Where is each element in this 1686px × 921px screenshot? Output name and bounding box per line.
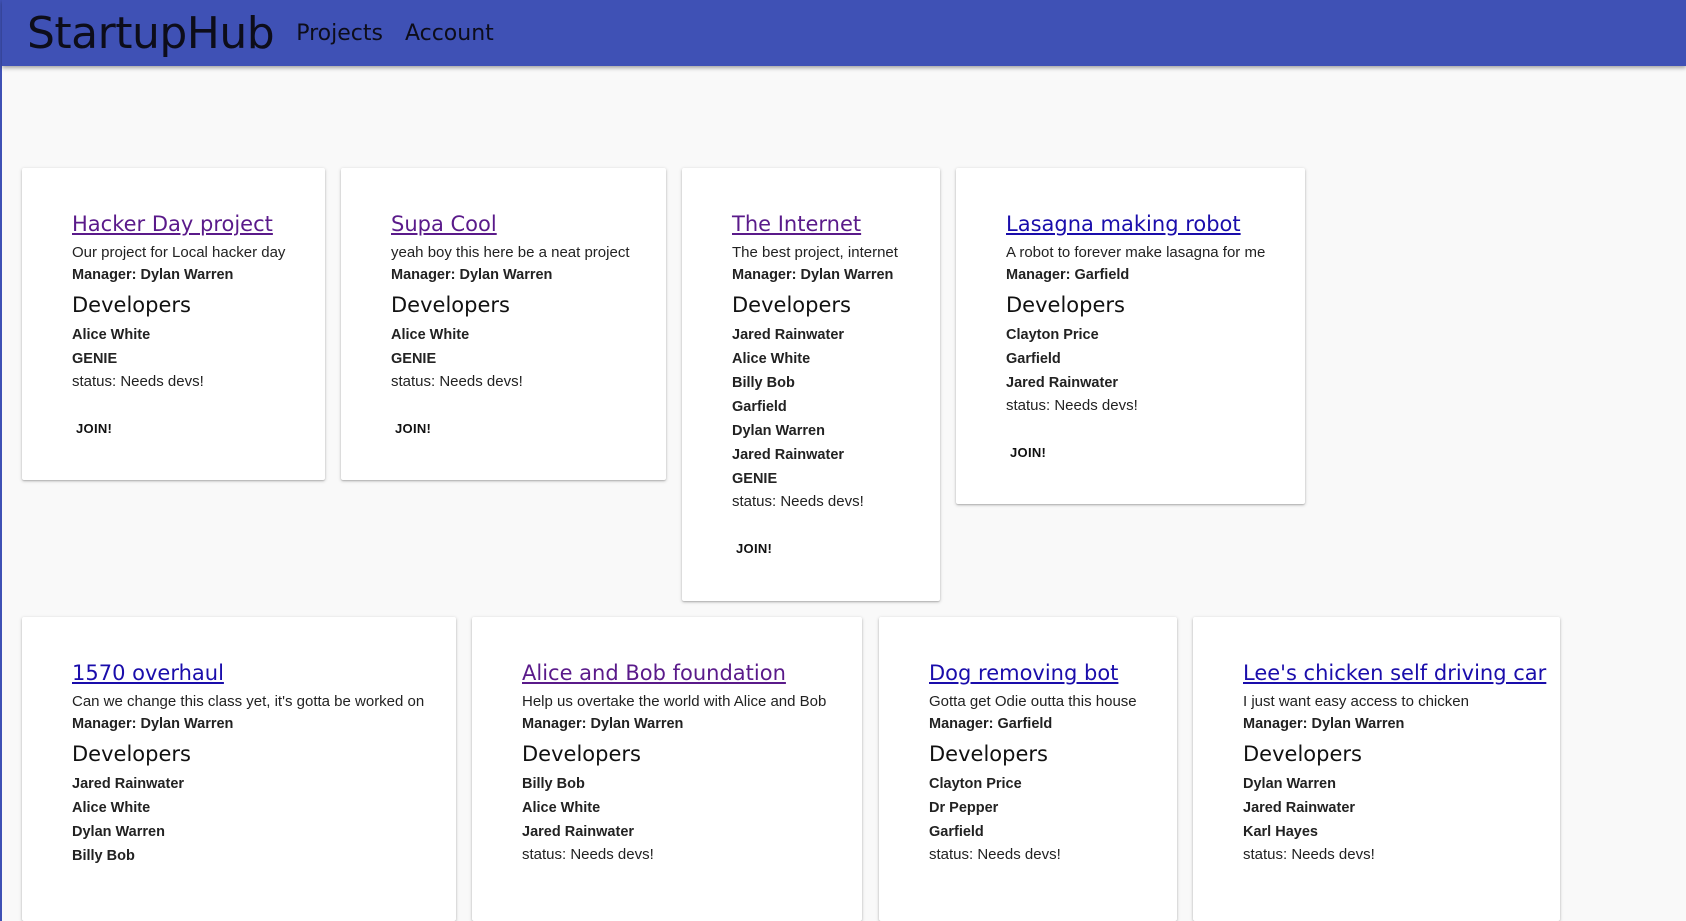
project-title-link[interactable]: 1570 overhaul xyxy=(72,661,224,685)
developer-item: Billy Bob xyxy=(732,375,795,391)
join-button[interactable]: JOIN! xyxy=(387,413,439,444)
developer-item: Jared Rainwater xyxy=(732,447,845,463)
join-button[interactable]: JOIN! xyxy=(728,533,780,564)
project-description: I just want easy access to chicken xyxy=(1243,693,1469,710)
developer-item: Jared Rainwater xyxy=(1243,800,1356,816)
developer-item: Alice White xyxy=(391,327,470,343)
developer-item: Karl Hayes xyxy=(1243,824,1318,840)
developer-item: Garfield xyxy=(929,824,984,840)
project-card: Supa Cool yeah boy this here be a neat p… xyxy=(341,168,666,480)
project-card: The Internet The best project, internet … xyxy=(682,168,940,601)
developer-item: GENIE xyxy=(72,351,118,367)
developer-item: Dylan Warren xyxy=(72,824,165,840)
developer-item: Garfield xyxy=(1006,351,1061,367)
developer-item: Billy Bob xyxy=(72,848,135,864)
project-manager: Manager: Dylan Warren xyxy=(1243,716,1405,732)
project-card: 1570 overhaul Can we change this class y… xyxy=(22,617,456,921)
project-description: yeah boy this here be a neat project xyxy=(391,244,630,261)
project-title-link[interactable]: Dog removing bot xyxy=(929,661,1118,685)
app-bar: StartupHub Projects Account xyxy=(2,0,1686,66)
developers-heading: Developers xyxy=(1006,293,1125,317)
project-description: The best project, internet xyxy=(732,244,898,261)
developer-item: Billy Bob xyxy=(522,776,585,792)
developer-item: Alice White xyxy=(522,800,601,816)
project-card: Hacker Day project Our project for Local… xyxy=(22,168,325,480)
project-card: Lasagna making robot A robot to forever … xyxy=(956,168,1305,504)
developers-heading: Developers xyxy=(391,293,510,317)
developer-item: Garfield xyxy=(732,399,787,415)
project-status: status: Needs devs! xyxy=(72,373,204,390)
project-description: Gotta get Odie outta this house xyxy=(929,693,1137,710)
project-status: status: Needs devs! xyxy=(929,846,1061,863)
project-manager: Manager: Dylan Warren xyxy=(391,267,553,283)
project-description: Can we change this class yet, it's gotta… xyxy=(72,693,425,710)
developer-item: Dylan Warren xyxy=(732,423,825,439)
project-manager: Manager: Dylan Warren xyxy=(72,267,234,283)
join-button[interactable]: JOIN! xyxy=(1002,437,1054,468)
project-title-link[interactable]: Hacker Day project xyxy=(72,212,273,236)
window-edge xyxy=(0,0,2,921)
developer-item: Dylan Warren xyxy=(1243,776,1336,792)
project-manager: Manager: Dylan Warren xyxy=(732,267,894,283)
project-manager: Manager: Dylan Warren xyxy=(72,716,234,732)
project-title-link[interactable]: Lasagna making robot xyxy=(1006,212,1241,236)
join-button[interactable]: JOIN! xyxy=(68,413,120,444)
developers-heading: Developers xyxy=(1243,742,1362,766)
project-status: status: Needs devs! xyxy=(732,493,864,510)
project-status: status: Needs devs! xyxy=(1243,846,1375,863)
project-manager: Manager: Dylan Warren xyxy=(522,716,684,732)
project-title-link[interactable]: Supa Cool xyxy=(391,212,497,236)
developer-item: GENIE xyxy=(732,471,778,487)
developers-heading: Developers xyxy=(732,293,851,317)
developer-item: Jared Rainwater xyxy=(732,327,845,343)
project-card: Dog removing bot Gotta get Odie outta th… xyxy=(879,617,1177,921)
project-description: Our project for Local hacker day xyxy=(72,244,286,261)
developers-heading: Developers xyxy=(929,742,1048,766)
developer-item: GENIE xyxy=(391,351,437,367)
project-status: status: Needs devs! xyxy=(522,846,654,863)
project-card: Lee's chicken self driving car I just wa… xyxy=(1193,617,1560,921)
project-manager: Manager: Garfield xyxy=(929,716,1053,732)
developer-item: Alice White xyxy=(732,351,811,367)
project-manager: Manager: Garfield xyxy=(1006,267,1130,283)
developer-item: Clayton Price xyxy=(1006,327,1099,343)
project-description: Help us overtake the world with Alice an… xyxy=(522,693,827,710)
nav-projects[interactable]: Projects xyxy=(296,21,383,46)
project-card: Alice and Bob foundation Help us overtak… xyxy=(472,617,862,921)
developer-item: Jared Rainwater xyxy=(522,824,635,840)
developer-item: Alice White xyxy=(72,327,151,343)
project-description: A robot to forever make lasagna for me xyxy=(1006,244,1266,261)
developers-heading: Developers xyxy=(72,742,191,766)
project-title-link[interactable]: The Internet xyxy=(732,212,861,236)
developers-heading: Developers xyxy=(522,742,641,766)
brand-logo[interactable]: StartupHub xyxy=(27,8,275,59)
developers-heading: Developers xyxy=(72,293,191,317)
project-title-link[interactable]: Lee's chicken self driving car xyxy=(1243,661,1546,685)
project-status: status: Needs devs! xyxy=(1006,397,1138,414)
project-title-link[interactable]: Alice and Bob foundation xyxy=(522,661,786,685)
developer-item: Jared Rainwater xyxy=(1006,375,1119,391)
nav-account[interactable]: Account xyxy=(405,21,494,46)
developer-item: Jared Rainwater xyxy=(72,776,185,792)
developer-item: Dr Pepper xyxy=(929,800,999,816)
developer-item: Alice White xyxy=(72,800,151,816)
project-status: status: Needs devs! xyxy=(391,373,523,390)
developer-item: Clayton Price xyxy=(929,776,1022,792)
